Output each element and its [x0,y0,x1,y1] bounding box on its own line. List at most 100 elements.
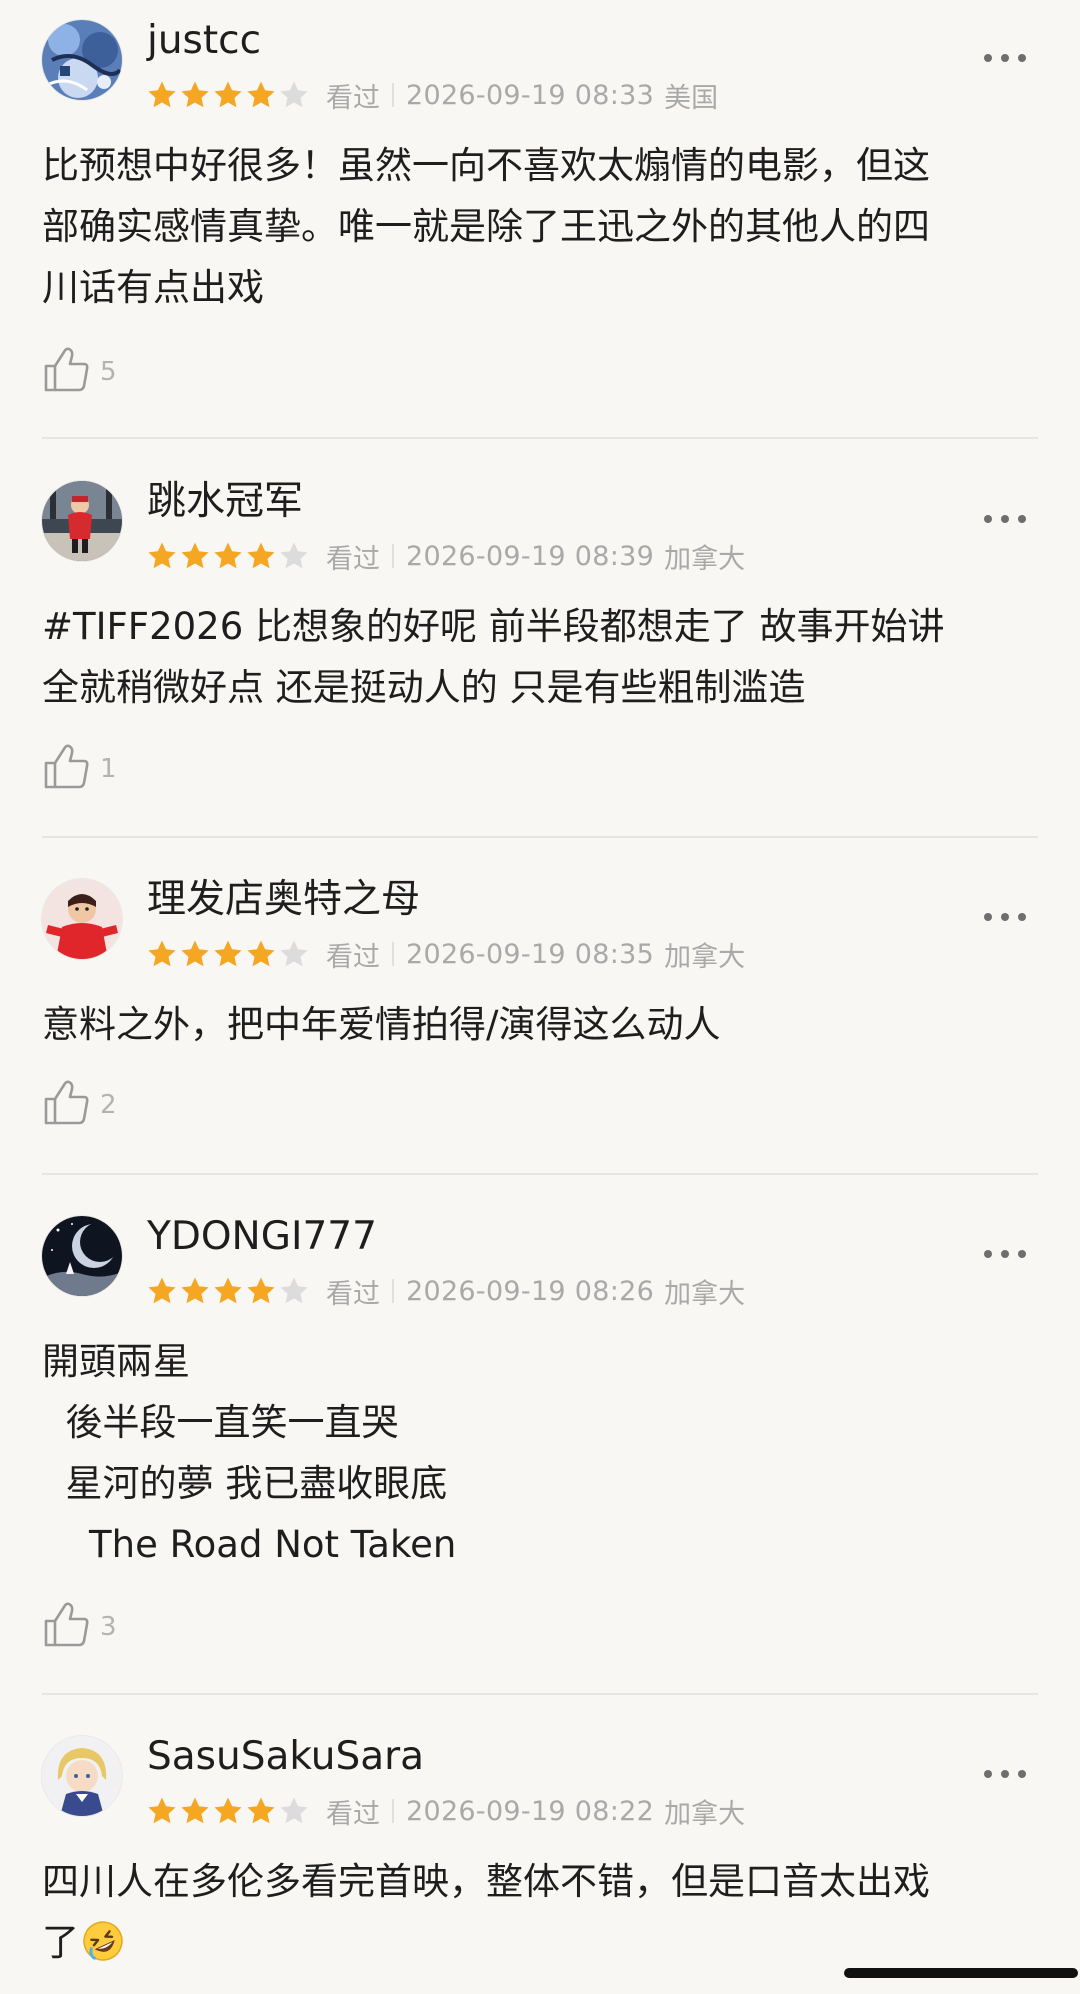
star-rating [146,540,311,572]
review-datetime: 2026-09-19 08:26 [406,1275,655,1307]
watched-label: 看过 [326,543,380,575]
review-meta: 看过 2026-09-19 08:26 加拿大 [146,1273,746,1310]
star-filled-icon [247,1797,275,1824]
username[interactable]: SasuSakuSara [147,1734,424,1780]
username[interactable]: justcc [147,18,261,64]
review-text-line: 開頭兩星 [42,1340,190,1383]
star-filled-icon [214,1277,242,1304]
star-filled-icon [181,940,209,967]
review-location: 加拿大 [664,1798,746,1830]
review-datetime: 2026-09-19 08:39 [406,540,655,572]
review-text: 開頭兩星 後半段一直笑一直哭 星河的夢 我已盡收眼底 The Road Not … [42,1331,1038,1575]
review-datetime: 2026-09-19 08:22 [406,1795,655,1827]
review-text: 意料之外，把中年爱情拍得/演得这么动人 [42,994,1038,1055]
like-button[interactable]: 2 [42,1077,117,1127]
review-text-line: The Road Not Taken [42,1523,457,1566]
more-options-icon[interactable] [984,48,1026,68]
review-meta: 看过 2026-09-19 08:35 加拿大 [146,936,746,973]
watched-label: 看过 [326,1278,380,1310]
star-filled-icon [181,542,209,569]
watched-label: 看过 [326,82,380,114]
star-filled-icon [148,940,176,967]
star-rating [146,1795,311,1827]
star-filled-icon [181,81,209,108]
avatar-child-red-coat-icon[interactable] [42,481,122,561]
like-count: 3 [100,1612,117,1642]
thumbs-up-icon [44,744,89,789]
username[interactable]: 跳水冠军 [147,479,303,525]
review-text: 四川人在多伦多看完首映，整体不错，但是口音太出戏 了 [42,1851,1038,1973]
review-list-page: justcc 看过 2026-09-19 08:33 美国 比预想中好很多！虽然… [0,0,1080,1994]
star-filled-icon [148,542,176,569]
review-text-line: 了 [42,1912,1038,1973]
star-empty-icon [280,1277,308,1304]
review-divider [42,1173,1038,1175]
meta-separator [392,942,394,966]
review-text: #TIFF2026 比想象的好呢 前半段都想走了 故事开始讲 全就稍微好点 还是… [42,596,1038,718]
like-button[interactable]: 1 [42,741,117,791]
review-location: 美国 [664,82,719,114]
star-filled-icon [148,81,176,108]
star-filled-icon [214,1797,242,1824]
review-divider [42,437,1038,439]
like-button[interactable]: 5 [42,344,117,394]
thumbs-up-icon [44,1080,89,1125]
watched-label: 看过 [326,1798,380,1830]
star-filled-icon [181,1277,209,1304]
review-text-line: #TIFF2026 比想象的好呢 前半段都想走了 故事开始讲 [42,605,945,648]
review-text-line: 比预想中好很多！虽然一向不喜欢太煽情的电影，但这 [42,144,930,187]
review-text-line: 全就稍微好点 还是挺动人的 只是有些粗制滥造 [42,666,806,709]
star-empty-icon [280,1797,308,1824]
watched-label: 看过 [326,941,380,973]
like-count: 5 [100,357,117,387]
like-count: 1 [100,754,117,784]
review-datetime: 2026-09-19 08:35 [406,938,655,970]
star-empty-icon [280,542,308,569]
meta-separator [392,1279,394,1303]
star-empty-icon [280,940,308,967]
meta-separator [392,1799,394,1823]
meta-separator [392,544,394,568]
thumbs-up-icon [44,347,89,392]
review-datetime: 2026-09-19 08:33 [406,79,655,111]
review-meta: 看过 2026-09-19 08:22 加拿大 [146,1793,746,1830]
review-text-line: 四川人在多伦多看完首映，整体不错，但是口音太出戏 [42,1860,930,1903]
star-filled-icon [247,542,275,569]
more-options-icon[interactable] [984,1764,1026,1784]
star-empty-icon [280,81,308,108]
avatar-anime-character-icon[interactable] [42,1736,122,1816]
home-indicator[interactable] [844,1968,1078,1978]
star-filled-icon [181,1797,209,1824]
more-options-icon[interactable] [984,907,1026,927]
review-meta: 看过 2026-09-19 08:39 加拿大 [146,538,746,575]
review-divider [42,1693,1038,1695]
review-text-line: 意料之外，把中年爱情拍得/演得这么动人 [42,1003,721,1046]
review-meta: 看过 2026-09-19 08:33 美国 [146,77,719,114]
rolling-on-floor-laughing-icon [83,1921,123,1961]
more-options-icon[interactable] [984,1244,1026,1264]
star-filled-icon [214,940,242,967]
like-count: 2 [100,1090,117,1120]
review-location: 加拿大 [664,543,746,575]
review-divider [42,836,1038,838]
review-text-line: 後半段一直笑一直哭 [42,1401,399,1444]
more-options-icon[interactable] [984,509,1026,529]
star-rating [146,79,311,111]
star-filled-icon [247,1277,275,1304]
review-text-fragment: 了 [42,1921,79,1964]
review-location: 加拿大 [664,941,746,973]
review-location: 加拿大 [664,1278,746,1310]
star-rating [146,1275,311,1307]
star-filled-icon [247,940,275,967]
review-text-line: 部确实感情真挚。唯一就是除了王迅之外的其他人的四 [42,205,930,248]
review-text-line: 川话有点出戏 [42,266,264,309]
avatar-red-figure-icon[interactable] [42,879,122,959]
username[interactable]: YDONGI777 [147,1214,377,1260]
star-filled-icon [148,1797,176,1824]
avatar-blue-illustration-icon[interactable] [42,20,122,100]
like-button[interactable]: 3 [42,1599,117,1649]
username[interactable]: 理发店奥特之母 [147,877,420,923]
review-text: 比预想中好很多！虽然一向不喜欢太煽情的电影，但这 部确实感情真挚。唯一就是除了王… [42,135,1038,318]
avatar-night-sky-icon[interactable] [42,1216,122,1296]
star-filled-icon [148,1277,176,1304]
